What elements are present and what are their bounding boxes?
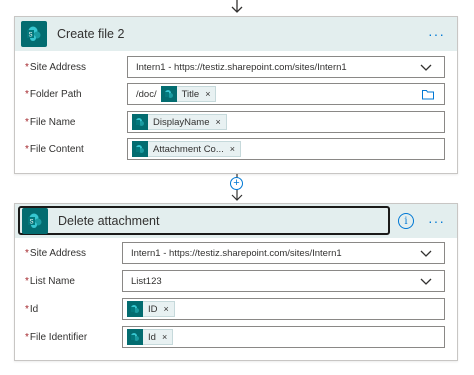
file-name-input[interactable]: DisplayName × bbox=[127, 111, 445, 133]
site-address-dropdown[interactable]: Intern1 - https://testiz.sharepoint.com/… bbox=[127, 56, 445, 78]
site-address-dropdown[interactable]: Intern1 - https://testiz.sharepoint.com/… bbox=[122, 242, 445, 264]
token-label: Attachment Co... bbox=[153, 143, 224, 155]
more-options-icon[interactable]: ··· bbox=[428, 213, 445, 229]
list-name-value: List123 bbox=[131, 275, 162, 287]
chevron-down-icon bbox=[420, 250, 432, 257]
header-title-box[interactable]: S Delete attachment bbox=[18, 206, 390, 235]
flow-arrow-down-icon bbox=[231, 0, 243, 13]
required-mark: * bbox=[25, 304, 29, 315]
required-mark: * bbox=[25, 89, 29, 100]
sharepoint-icon bbox=[127, 329, 143, 345]
remove-token-icon[interactable]: × bbox=[162, 332, 167, 342]
site-address-value: Intern1 - https://testiz.sharepoint.com/… bbox=[131, 247, 342, 259]
site-address-label: Site Address bbox=[29, 62, 87, 73]
remove-token-icon[interactable]: × bbox=[164, 304, 169, 314]
file-name-label: File Name bbox=[29, 117, 76, 128]
token-label: ID bbox=[148, 303, 158, 315]
id-token[interactable]: ID × bbox=[127, 301, 175, 317]
title-token[interactable]: Title × bbox=[160, 86, 217, 102]
id-row: *Id ID × bbox=[15, 297, 457, 327]
required-mark: * bbox=[25, 144, 29, 155]
id-token[interactable]: Id × bbox=[127, 329, 174, 345]
site-address-row: *Site Address Intern1 - https://testiz.s… bbox=[15, 241, 457, 271]
card-title: Delete attachment bbox=[58, 213, 160, 228]
folder-path-row: *Folder Path /doc/ Title × bbox=[15, 82, 457, 112]
file-identifier-label: File Identifier bbox=[29, 332, 88, 343]
required-mark: * bbox=[25, 276, 29, 287]
sharepoint-icon: S bbox=[21, 21, 47, 47]
folder-icon[interactable] bbox=[422, 89, 434, 100]
folder-path-input[interactable]: /doc/ Title × bbox=[127, 83, 445, 105]
file-content-input[interactable]: Attachment Co... × bbox=[127, 138, 445, 160]
required-mark: * bbox=[25, 248, 29, 259]
attachment-content-token[interactable]: Attachment Co... × bbox=[132, 141, 242, 157]
token-label: Id bbox=[148, 331, 156, 343]
site-address-label: Site Address bbox=[29, 248, 87, 259]
displayname-token[interactable]: DisplayName × bbox=[132, 114, 227, 130]
chevron-down-icon bbox=[420, 64, 432, 71]
site-address-row: *Site Address Intern1 - https://testiz.s… bbox=[15, 55, 457, 85]
file-content-row: *File Content Attachment Co... × bbox=[15, 137, 457, 167]
remove-token-icon[interactable]: × bbox=[216, 117, 221, 127]
more-options-icon[interactable]: ··· bbox=[428, 26, 445, 42]
remove-token-icon[interactable]: × bbox=[205, 89, 210, 99]
site-address-value: Intern1 - https://testiz.sharepoint.com/… bbox=[136, 61, 347, 73]
token-label: Title bbox=[181, 88, 200, 100]
create-file-header[interactable]: S Create file 2 ··· bbox=[15, 17, 457, 51]
file-content-label: File Content bbox=[29, 144, 84, 155]
id-label: Id bbox=[29, 304, 39, 315]
delete-attachment-header[interactable]: S Delete attachment i ··· bbox=[15, 204, 457, 238]
svg-text:S: S bbox=[29, 219, 33, 225]
sharepoint-icon: S bbox=[22, 207, 48, 234]
folder-path-label: Folder Path bbox=[29, 89, 82, 100]
file-identifier-input[interactable]: Id × bbox=[122, 326, 445, 348]
list-name-dropdown[interactable]: List123 bbox=[122, 270, 445, 292]
chevron-down-icon bbox=[420, 278, 432, 285]
info-icon[interactable]: i bbox=[398, 213, 414, 229]
required-mark: * bbox=[25, 117, 29, 128]
sharepoint-icon bbox=[132, 141, 148, 157]
card-title: Create file 2 bbox=[57, 27, 125, 41]
required-mark: * bbox=[25, 62, 29, 73]
svg-text:S: S bbox=[28, 33, 32, 39]
list-name-label: List Name bbox=[29, 276, 75, 287]
create-file-card: S Create file 2 ··· *Site Address Intern… bbox=[14, 16, 458, 174]
sharepoint-icon bbox=[127, 301, 143, 317]
sharepoint-icon bbox=[132, 114, 148, 130]
sharepoint-icon bbox=[160, 86, 177, 102]
file-identifier-row: *File Identifier Id × bbox=[15, 325, 457, 355]
required-mark: * bbox=[25, 332, 29, 343]
token-label: DisplayName bbox=[153, 116, 210, 128]
id-input[interactable]: ID × bbox=[122, 298, 445, 320]
insert-step-button[interactable]: + bbox=[230, 177, 243, 190]
folder-path-prefix: /doc/ bbox=[136, 88, 157, 100]
remove-token-icon[interactable]: × bbox=[230, 144, 235, 154]
plus-icon: + bbox=[233, 177, 240, 189]
file-name-row: *File Name DisplayName × bbox=[15, 110, 457, 140]
list-name-row: *List Name List123 bbox=[15, 269, 457, 299]
delete-attachment-card: S Delete attachment i ··· *Site Address … bbox=[14, 203, 458, 361]
